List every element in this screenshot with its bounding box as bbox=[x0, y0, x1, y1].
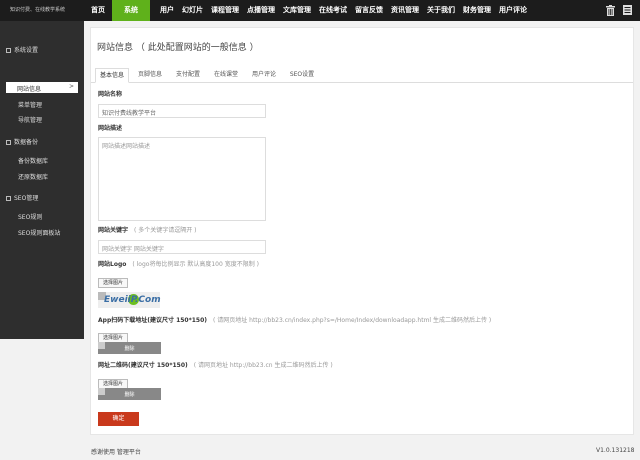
sidebar-item-restore-db[interactable]: 还原数据库 bbox=[18, 172, 48, 181]
main-nav: 首页 系统 用户 幻灯片 课程管理 点播管理 文库管理 在线考试 留言反馈 资讯… bbox=[84, 0, 531, 21]
logo-preview: EweiiP.Com bbox=[98, 292, 161, 308]
site-qr-hint: ( 请网页地址 http://bb23.cn 生成二维码然后上传 ) bbox=[193, 362, 333, 369]
site-qr-delete[interactable]: 删除 bbox=[98, 391, 161, 398]
site-name-input[interactable]: 知识付费线教学平台 bbox=[98, 104, 266, 118]
sidebar-item-nav[interactable]: 导航管理 bbox=[18, 115, 42, 124]
tab-basic-info[interactable]: 基本信息 bbox=[95, 68, 129, 83]
sidebar-item-backup-db[interactable]: 备份数据库 bbox=[18, 156, 48, 165]
site-desc-textarea[interactable]: 网站描述网站描述 bbox=[98, 137, 266, 221]
tab-seo[interactable]: SEO设置 bbox=[285, 68, 319, 82]
sidebar-section-label: 数据备份 bbox=[14, 139, 39, 146]
sidebar-section-backup[interactable]: 数据备份 bbox=[6, 137, 38, 146]
site-qr-preview[interactable]: 删除 bbox=[98, 388, 161, 400]
brand-text: 知识付费、在线教学系统 bbox=[10, 7, 66, 13]
nav-feedback[interactable]: 留言反馈 bbox=[351, 0, 387, 21]
tab-user-comments[interactable]: 用户评论 bbox=[247, 68, 281, 82]
submit-button[interactable]: 确定 bbox=[98, 412, 139, 426]
tab-payment[interactable]: 支付配置 bbox=[171, 68, 205, 82]
minus-box-icon bbox=[6, 140, 11, 145]
tab-bar: 基本信息 页脚信息 支付配置 在线课堂 用户评论 SEO设置 bbox=[91, 68, 633, 83]
sidebar-item-site-info[interactable]: 网站信息 > bbox=[6, 82, 78, 93]
app-qr-hint: ( 请网页地址 http://bb23.cn/index.php?s=/Home… bbox=[213, 317, 492, 324]
nav-vod[interactable]: 点播管理 bbox=[243, 0, 279, 21]
nav-slides[interactable]: 幻灯片 bbox=[178, 0, 207, 21]
tab-footer-info[interactable]: 页脚信息 bbox=[133, 68, 167, 82]
nav-comments[interactable]: 用户评论 bbox=[495, 0, 531, 21]
keywords-hint: ( 多个关键字请逗隔开 ) bbox=[134, 227, 197, 234]
site-desc-label: 网站描述 bbox=[98, 125, 123, 132]
logo-preview-text: EweiiP.Com bbox=[104, 295, 161, 305]
sidebar-section-seo[interactable]: SEO管理 bbox=[6, 193, 38, 202]
nav-finance[interactable]: 财务管理 bbox=[459, 0, 495, 21]
site-qr-label: 网址二维码(建议尺寸 150*150) ( 请网页地址 http://bb23.c… bbox=[98, 360, 333, 369]
main-panel: 网站信息 （ 此处配置网站的一般信息 ） 基本信息 页脚信息 支付配置 在线课堂… bbox=[90, 27, 634, 435]
sidebar: 系统设置 网站信息 > 菜单管理 导航管理 数据备份 备份数据库 还原数据库 S… bbox=[0, 21, 84, 339]
site-qr-label-text: 网址二维码(建议尺寸 150*150) bbox=[98, 362, 188, 369]
app-qr-delete[interactable]: 删除 bbox=[98, 345, 161, 352]
version-text: V1.0.131218 bbox=[596, 447, 635, 454]
nav-about[interactable]: 关于我们 bbox=[423, 0, 459, 21]
page-title: 网站信息 （ 此处配置网站的一般信息 ） bbox=[97, 43, 259, 53]
sidebar-item-seo-rules[interactable]: SEO规则 bbox=[18, 212, 42, 221]
sidebar-section-label: SEO管理 bbox=[14, 195, 39, 202]
nav-users[interactable]: 用户 bbox=[156, 0, 178, 21]
sidebar-section-system[interactable]: 系统设置 bbox=[6, 45, 38, 54]
logo-hint: ( logo将每比例显示 默认高度100 宽度不限制 ) bbox=[132, 261, 259, 268]
trash-icon[interactable] bbox=[606, 5, 615, 16]
nav-courses[interactable]: 课程管理 bbox=[207, 0, 243, 21]
logo-label-text: 网站Logo bbox=[98, 261, 127, 268]
nav-system[interactable]: 系统 bbox=[112, 0, 150, 21]
keywords-label-text: 网站关键字 bbox=[98, 227, 129, 234]
menu-icon[interactable] bbox=[623, 5, 632, 15]
minus-box-icon bbox=[6, 196, 11, 201]
keywords-label: 网站关键字 ( 多个关键字请逗隔开 ) bbox=[98, 225, 197, 234]
site-name-label: 网站名称 bbox=[98, 91, 123, 98]
footer-text: 感谢使用 管理平台 bbox=[91, 449, 141, 456]
logo-label: 网站Logo ( logo将每比例显示 默认高度100 宽度不限制 ) bbox=[98, 259, 259, 268]
nav-news[interactable]: 资讯管理 bbox=[387, 0, 423, 21]
sidebar-item-label: 网站信息 bbox=[17, 86, 42, 93]
nav-home[interactable]: 首页 bbox=[84, 0, 112, 21]
nav-exams[interactable]: 在线考试 bbox=[315, 0, 351, 21]
logo-choose-button[interactable]: 选择图片 bbox=[98, 278, 128, 288]
sidebar-item-seo-panel[interactable]: SEO规则面板站 bbox=[18, 228, 60, 237]
sidebar-item-menu[interactable]: 菜单管理 bbox=[18, 100, 42, 109]
app-qr-label-text: App扫码下载地址(建议尺寸 150*150) bbox=[98, 317, 207, 324]
keywords-input[interactable]: 网站关键字 网站关键字 bbox=[98, 240, 266, 254]
tab-online-class[interactable]: 在线课堂 bbox=[209, 68, 243, 82]
app-qr-label: App扫码下载地址(建议尺寸 150*150) ( 请网页地址 http://bb… bbox=[98, 315, 491, 324]
top-bar: 知识付费、在线教学系统 首页 系统 用户 幻灯片 课程管理 点播管理 文库管理 … bbox=[0, 0, 640, 21]
sidebar-section-label: 系统设置 bbox=[14, 47, 39, 54]
app-qr-preview[interactable]: 删除 bbox=[98, 342, 161, 354]
chevron-right-icon: > bbox=[68, 83, 74, 90]
minus-box-icon bbox=[6, 48, 11, 53]
nav-library[interactable]: 文库管理 bbox=[279, 0, 315, 21]
